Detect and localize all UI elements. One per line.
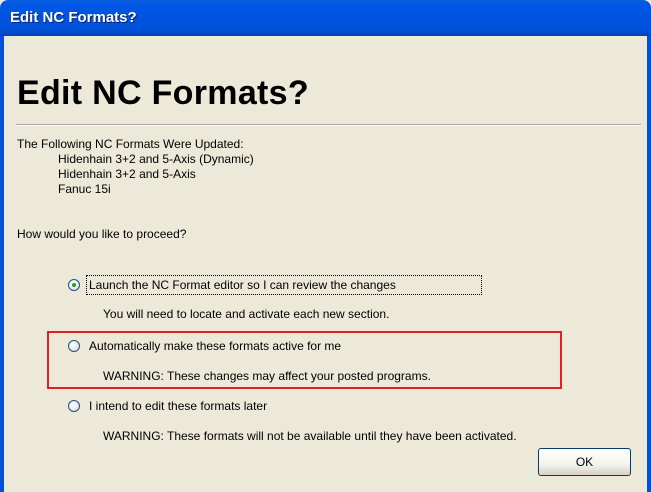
updated-format-item: Hidenhain 3+2 and 5-Axis (Dynamic): [58, 152, 254, 166]
title-bar[interactable]: Edit NC Formats?: [0, 0, 651, 36]
window-frame-right: [647, 36, 651, 492]
updated-intro-text: The Following NC Formats Were Updated:: [17, 137, 244, 151]
radio-auto-activate[interactable]: [68, 340, 80, 352]
updated-format-item: Fanuc 15i: [58, 182, 111, 196]
proceed-question: How would you like to proceed?: [17, 227, 187, 241]
radio-edit-later[interactable]: [68, 400, 80, 412]
radio-selected-dot: [72, 283, 76, 287]
window-title: Edit NC Formats?: [10, 9, 137, 26]
dialog-heading: Edit NC Formats?: [17, 74, 309, 112]
option-label-launch-editor[interactable]: Launch the NC Format editor so I can rev…: [89, 278, 396, 292]
ok-button[interactable]: OK: [538, 448, 631, 476]
option-label-auto-activate[interactable]: Automatically make these formats active …: [89, 339, 341, 353]
option-note-launch-editor: You will need to locate and activate eac…: [103, 307, 390, 321]
updated-format-item: Hidenhain 3+2 and 5-Axis: [58, 167, 196, 181]
option-note-auto-activate: WARNING: These changes may affect your p…: [103, 369, 431, 383]
option-label-edit-later[interactable]: I intend to edit these formats later: [89, 399, 267, 413]
radio-launch-editor[interactable]: [68, 279, 80, 291]
heading-divider: [16, 124, 641, 126]
dialog-window: Edit NC Formats? Edit NC Formats? The Fo…: [0, 0, 651, 492]
option-note-edit-later: WARNING: These formats will not be avail…: [103, 429, 517, 443]
